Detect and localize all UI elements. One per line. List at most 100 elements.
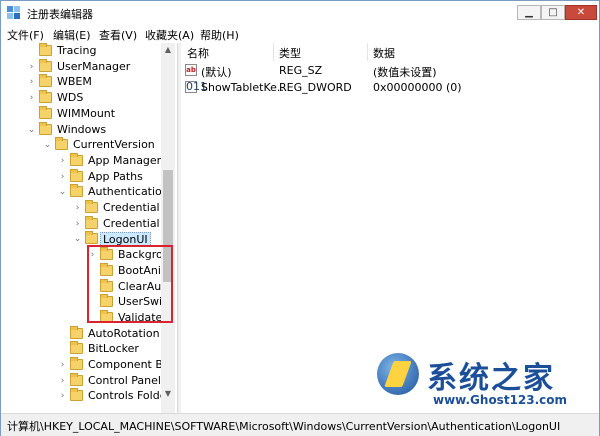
tree-node[interactable]: › Credential Pr: [1, 200, 174, 216]
folder-icon: [39, 58, 52, 72]
expand-chevron-icon[interactable]: ›: [73, 202, 82, 214]
value-data: 0x00000000 (0): [373, 81, 462, 94]
expand-chevron-icon: [27, 108, 36, 120]
menu-item[interactable]: 编辑(E): [53, 27, 91, 43]
tree-node[interactable]: BitLocker: [1, 341, 161, 357]
tree-node[interactable]: ⌄ Authentication: [1, 184, 169, 200]
folder-icon: [70, 372, 83, 386]
collapse-chevron-icon[interactable]: ⌄: [58, 186, 67, 198]
folder-icon: [70, 325, 83, 339]
collapse-chevron-icon[interactable]: ⌄: [73, 233, 82, 245]
folder-icon: [39, 90, 52, 104]
tree-node[interactable]: › WBEM: [1, 74, 161, 90]
expand-chevron-icon[interactable]: ›: [58, 155, 67, 167]
site-watermark: 系统之家 www.Ghost123.com: [371, 353, 591, 413]
maximize-button[interactable]: □: [541, 5, 565, 20]
status-bar: 计算机\HKEY_LOCAL_MACHINE\SOFTWARE\Microsof…: [1, 413, 599, 436]
close-button[interactable]: ✕: [565, 5, 597, 20]
status-path: 计算机\HKEY_LOCAL_MACHINE\SOFTWARE\Microsof…: [7, 420, 561, 433]
tree-node[interactable]: AutoRotation: [1, 325, 161, 342]
tree-node[interactable]: › Controls Folder: [1, 388, 171, 404]
minimize-button[interactable]: ▁: [517, 5, 541, 20]
folder-icon: [85, 231, 98, 245]
tree-node[interactable]: Tracing: [1, 43, 161, 59]
menu-bar: 文件(F) 编辑(E) 查看(V) 收藏夹(A) 帮助(H): [1, 25, 599, 43]
maximize-icon: □: [548, 7, 558, 18]
tree-node-label: AutoRotation: [88, 326, 160, 340]
tree-node-label: Control Panel: [88, 373, 161, 387]
expand-chevron-icon[interactable]: ›: [58, 171, 67, 183]
value-type: REG_DWORD: [279, 81, 352, 94]
minimize-icon: ▁: [525, 7, 533, 18]
folder-icon: [70, 168, 83, 182]
tree-node-label: Authentication: [88, 185, 169, 199]
binary-value-icon: 011: [185, 80, 207, 93]
watermark-url: www.Ghost123.com: [433, 393, 568, 407]
close-icon: ✕: [576, 7, 586, 18]
scroll-down-icon[interactable]: ▼: [161, 387, 175, 401]
scroll-up-icon[interactable]: ▲: [161, 43, 175, 57]
tree-node-label: BitLocker: [88, 342, 139, 356]
tree-node[interactable]: › UserManager: [1, 58, 161, 75]
expand-chevron-icon: [58, 328, 67, 340]
expand-chevron-icon: [58, 343, 67, 355]
column-header-data[interactable]: 数据: [373, 45, 395, 61]
expand-chevron-icon[interactable]: ›: [58, 390, 67, 402]
registry-app-icon: [7, 6, 20, 19]
registry-key-tree[interactable]: Tracing › UserManager › WBEM › WDS WIMMount ⌄ Win…: [1, 43, 175, 413]
tree-node[interactable]: › Credential Pr: [1, 215, 174, 232]
expand-chevron-icon[interactable]: ›: [27, 61, 36, 73]
tree-node[interactable]: › App Paths: [1, 168, 161, 185]
expand-chevron-icon[interactable]: ›: [73, 218, 82, 230]
folder-icon: [70, 341, 83, 355]
tree-node-label: CurrentVersion: [73, 138, 155, 152]
collapse-chevron-icon[interactable]: ⌄: [27, 124, 36, 136]
folder-icon: [70, 388, 83, 402]
tree-node-label: UserManager: [57, 59, 131, 73]
menu-item[interactable]: 收藏夹(A): [145, 27, 194, 43]
column-separator[interactable]: [273, 43, 274, 61]
tree-node-label: Controls Folder: [88, 389, 171, 403]
tree-node-label: Tracing: [57, 44, 97, 57]
title-bar[interactable]: 注册表编辑器 ▁ □ ✕: [1, 1, 599, 25]
tree-node[interactable]: ⌄ CurrentVersion: [1, 137, 161, 153]
expand-chevron-icon[interactable]: ›: [27, 76, 36, 88]
column-header-name[interactable]: 名称: [187, 45, 209, 61]
tree-node[interactable]: WIMMount: [1, 105, 161, 122]
value-type: REG_SZ: [279, 64, 323, 77]
menu-item[interactable]: 帮助(H): [200, 27, 239, 43]
folder-icon: [85, 200, 98, 213]
column-header-type[interactable]: 类型: [279, 45, 301, 61]
folder-icon: [39, 121, 52, 135]
folder-icon: [70, 152, 83, 166]
registry-editor-window: 注册表编辑器 ▁ □ ✕ 文件(F) 编辑(E) 查看(V) 收藏夹(A) 帮助(H) …: [0, 0, 600, 436]
tree-vertical-scrollbar[interactable]: ▲ ▼: [161, 43, 175, 413]
tree-node[interactable]: › App Manageme: [1, 152, 174, 169]
tree-node[interactable]: › Component Base: [1, 357, 175, 373]
folder-icon: [39, 105, 52, 119]
folder-icon: [70, 184, 83, 198]
expand-chevron-icon[interactable]: ›: [58, 359, 67, 371]
expand-chevron-icon[interactable]: ›: [58, 375, 67, 387]
tree-node[interactable]: › WDS: [1, 90, 161, 106]
column-separator[interactable]: [367, 43, 368, 61]
tree-node-label: WDS: [57, 91, 84, 105]
tree-node-label: WBEM: [57, 75, 92, 89]
folder-icon: [39, 74, 52, 88]
value-row[interactable]: 011 ShowTabletKe... REG_DWORD 0x00000000 (0…: [181, 80, 599, 96]
string-value-icon: ab: [185, 64, 197, 76]
folder-icon: [85, 215, 98, 229]
tree-node[interactable]: › Control Panel: [1, 372, 161, 389]
menu-item[interactable]: 查看(V): [99, 27, 137, 43]
menu-item[interactable]: 文件(F): [7, 27, 44, 43]
value-row[interactable]: ab (默认) REG_SZ (数值未设置): [181, 63, 599, 79]
folder-icon: [39, 43, 52, 56]
expand-chevron-icon[interactable]: ›: [27, 92, 36, 104]
collapse-chevron-icon[interactable]: ⌄: [43, 139, 52, 151]
tree-node[interactable]: ⌄ Windows: [1, 121, 161, 138]
folder-icon: [70, 357, 83, 370]
watermark-logo-icon: [377, 353, 419, 395]
tree-node-label: Windows: [57, 122, 107, 136]
value-data: (数值未设置): [373, 66, 437, 79]
tree-node-label: App Paths: [88, 169, 143, 183]
